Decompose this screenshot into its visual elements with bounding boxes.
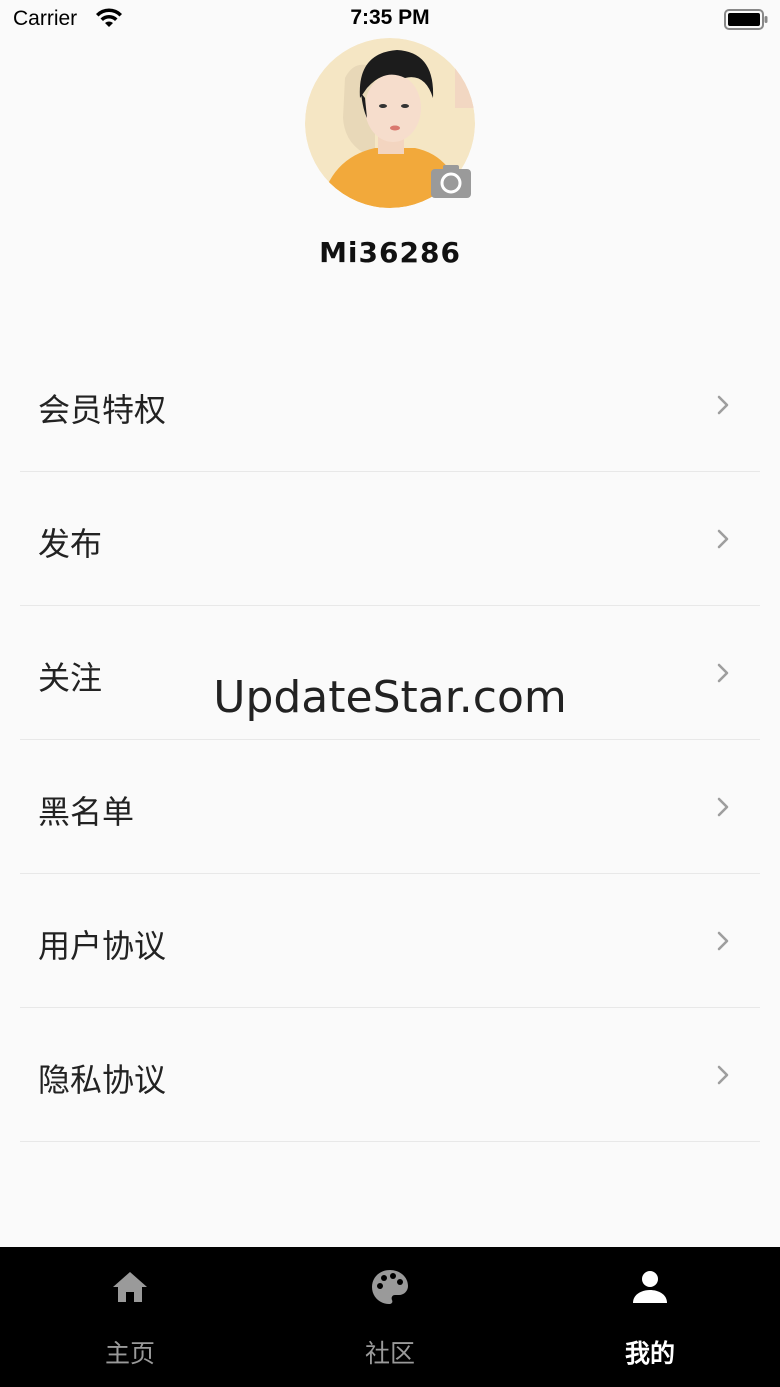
watermark-text: UpdateStar.com [213,672,567,723]
menu-item-publish[interactable]: 发布 [20,472,760,606]
tab-mine[interactable]: 我的 [520,1247,780,1387]
chevron-right-icon [717,395,729,415]
menu-item-privacy-policy[interactable]: 隐私协议 [20,1008,760,1142]
tab-bar: 主页 社区 我的 [0,1247,780,1387]
menu-item-user-agreement[interactable]: 用户协议 [20,874,760,1008]
settings-menu: 会员特权 发布 关注 黑名单 用户协议 隐私协议 [20,338,760,1142]
menu-item-label: 隐私协议 [38,1061,167,1099]
menu-item-blacklist[interactable]: 黑名单 [20,740,760,874]
status-time: 7:35 PM [350,6,430,29]
chevron-right-icon [717,529,729,549]
menu-item-label: 用户协议 [38,927,167,965]
chevron-right-icon [717,797,729,817]
tab-community[interactable]: 社区 [260,1247,520,1387]
chevron-right-icon [717,1065,729,1085]
chevron-right-icon [717,931,729,951]
menu-item-label: 会员特权 [38,391,167,429]
tab-label: 我的 [624,1339,675,1368]
home-icon [113,1272,147,1302]
username: Mi36286 [319,236,461,269]
tab-label: 主页 [104,1339,155,1368]
avatar-container[interactable] [305,38,475,208]
battery-icon [724,9,768,30]
tab-label: 社区 [364,1339,415,1368]
profile-screen: Carrier 7:35 PM Mi36286 会员特权 发布 关注 黑名单 用… [0,0,780,1387]
status-bar: Carrier 7:35 PM [0,0,780,40]
person-icon [633,1271,667,1303]
menu-item-label: 发布 [38,525,103,563]
tab-home[interactable]: 主页 [0,1247,260,1387]
menu-item-vip[interactable]: 会员特权 [20,338,760,472]
camera-icon[interactable] [430,163,472,199]
palette-icon [372,1270,408,1304]
menu-item-label: 黑名单 [38,793,135,831]
